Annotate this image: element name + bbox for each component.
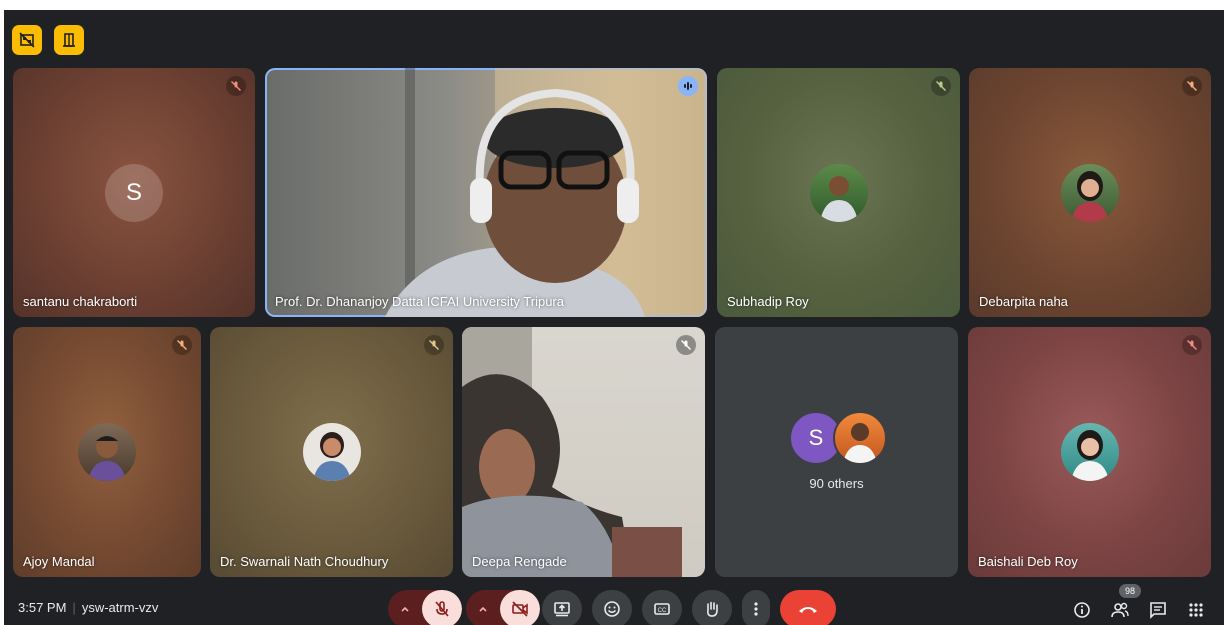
profile-photo xyxy=(1071,170,1109,222)
more-icon xyxy=(754,602,758,616)
participant-name: Dr. Swarnali Nath Choudhury xyxy=(220,554,389,569)
camera-control xyxy=(466,590,540,625)
meeting-details: 3:57 PM | ysw-atrm-vzv xyxy=(18,600,158,615)
mic-off-indicator xyxy=(172,335,192,355)
participant-tile[interactable]: Dr. Swarnali Nath Choudhury xyxy=(210,327,453,577)
audio-level-icon xyxy=(684,82,692,90)
leave-call-button[interactable] xyxy=(780,590,836,625)
mic-off-icon xyxy=(1187,81,1197,91)
emoji-icon xyxy=(604,601,620,617)
participant-count-badge: 98 xyxy=(1119,584,1141,598)
mic-off-icon xyxy=(1187,340,1197,350)
participant-name: Subhadip Roy xyxy=(727,294,809,309)
chevron-up-icon xyxy=(479,606,487,612)
others-count-label: 90 others xyxy=(809,476,864,491)
participant-name: Debarpita naha xyxy=(979,294,1068,309)
chat-button[interactable] xyxy=(1146,598,1170,622)
profile-photo xyxy=(312,432,351,481)
mic-off-icon xyxy=(435,601,449,617)
breakout-rooms-button[interactable] xyxy=(54,25,84,55)
video-feed xyxy=(462,327,682,577)
meeting-code[interactable]: ysw-atrm-vzv xyxy=(82,600,159,615)
activities-icon xyxy=(1189,603,1203,617)
mic-off-indicator xyxy=(1182,335,1202,355)
participant-name: Prof. Dr. Dhananjoy Datta ICFAI Universi… xyxy=(275,294,564,309)
mic-off-icon xyxy=(177,340,187,350)
meeting-time: 3:57 PM xyxy=(18,600,67,615)
hide-tiles-icon xyxy=(19,32,35,48)
mic-off-icon xyxy=(681,340,691,350)
mic-off-indicator xyxy=(226,76,246,96)
avatar xyxy=(78,423,136,481)
avatar xyxy=(302,423,361,481)
video-options-button[interactable] xyxy=(466,590,500,625)
profile-photo xyxy=(88,436,126,481)
mic-off-indicator xyxy=(1182,76,1202,96)
avatar: S xyxy=(105,163,163,222)
profile-photo xyxy=(819,175,858,222)
activities-button[interactable] xyxy=(1184,598,1208,622)
avatar xyxy=(1060,423,1119,481)
chevron-up-icon xyxy=(401,606,409,612)
reactions-button[interactable] xyxy=(592,590,632,625)
video-feed xyxy=(385,68,707,317)
participant-tile[interactable]: Baishali Deb Roy xyxy=(968,327,1211,577)
participant-tile[interactable]: Deepa Rengade xyxy=(462,327,705,577)
raise-hand-button[interactable] xyxy=(692,590,732,625)
audio-options-button[interactable] xyxy=(388,590,422,625)
participant-tile[interactable]: Subhadip Roy xyxy=(717,68,960,317)
meet-window: S santanu chakraborti Prof. Dr. Dhananjo… xyxy=(4,10,1224,625)
camera-toggle-button[interactable] xyxy=(500,590,540,625)
avatar xyxy=(833,411,887,465)
mic-off-icon xyxy=(936,81,946,91)
participant-tile[interactable]: Ajoy Mandal xyxy=(13,327,201,577)
people-button[interactable] xyxy=(1108,598,1132,622)
participant-name: santanu chakraborti xyxy=(23,294,138,309)
meeting-details-button[interactable] xyxy=(1070,598,1094,622)
participant-tile[interactable]: S santanu chakraborti xyxy=(13,68,255,317)
mic-off-indicator xyxy=(931,76,951,96)
captions-button[interactable]: CC xyxy=(642,590,682,625)
others-avatars: S xyxy=(789,411,889,465)
chat-icon xyxy=(1150,602,1166,619)
end-call-icon xyxy=(799,607,817,613)
info-icon xyxy=(1074,602,1090,618)
captions-icon: CC xyxy=(654,603,670,615)
more-options-button[interactable] xyxy=(742,590,770,625)
separator: | xyxy=(72,600,76,615)
mic-off-indicator xyxy=(424,335,444,355)
participant-tile-active-speaker[interactable]: Prof. Dr. Dhananjoy Datta ICFAI Universi… xyxy=(265,68,707,317)
avatar xyxy=(1061,163,1119,222)
others-tile[interactable]: S 90 others xyxy=(715,327,958,577)
raise-hand-icon xyxy=(707,601,718,617)
present-icon xyxy=(554,602,570,617)
mic-off-indicator xyxy=(676,335,696,355)
camera-off-icon xyxy=(512,601,528,617)
participant-tile[interactable]: Debarpita naha xyxy=(969,68,1211,317)
mic-off-icon xyxy=(429,340,439,350)
microphone-control xyxy=(388,590,462,625)
svg-text:CC: CC xyxy=(658,608,667,614)
profile-photo xyxy=(843,423,877,463)
participant-name: Deepa Rengade xyxy=(472,554,567,569)
participant-name: Baishali Deb Roy xyxy=(978,554,1078,569)
profile-photo xyxy=(1070,430,1109,481)
avatar xyxy=(809,163,868,222)
door-icon xyxy=(63,33,75,47)
mic-off-icon xyxy=(231,81,241,91)
hide-tiles-button[interactable] xyxy=(12,25,42,55)
present-button[interactable] xyxy=(542,590,582,625)
speaking-indicator xyxy=(678,76,698,96)
microphone-toggle-button[interactable] xyxy=(422,590,462,625)
people-icon xyxy=(1111,602,1129,618)
control-bar: 3:57 PM | ysw-atrm-vzv CC 98 xyxy=(4,584,1224,625)
participant-name: Ajoy Mandal xyxy=(23,554,95,569)
